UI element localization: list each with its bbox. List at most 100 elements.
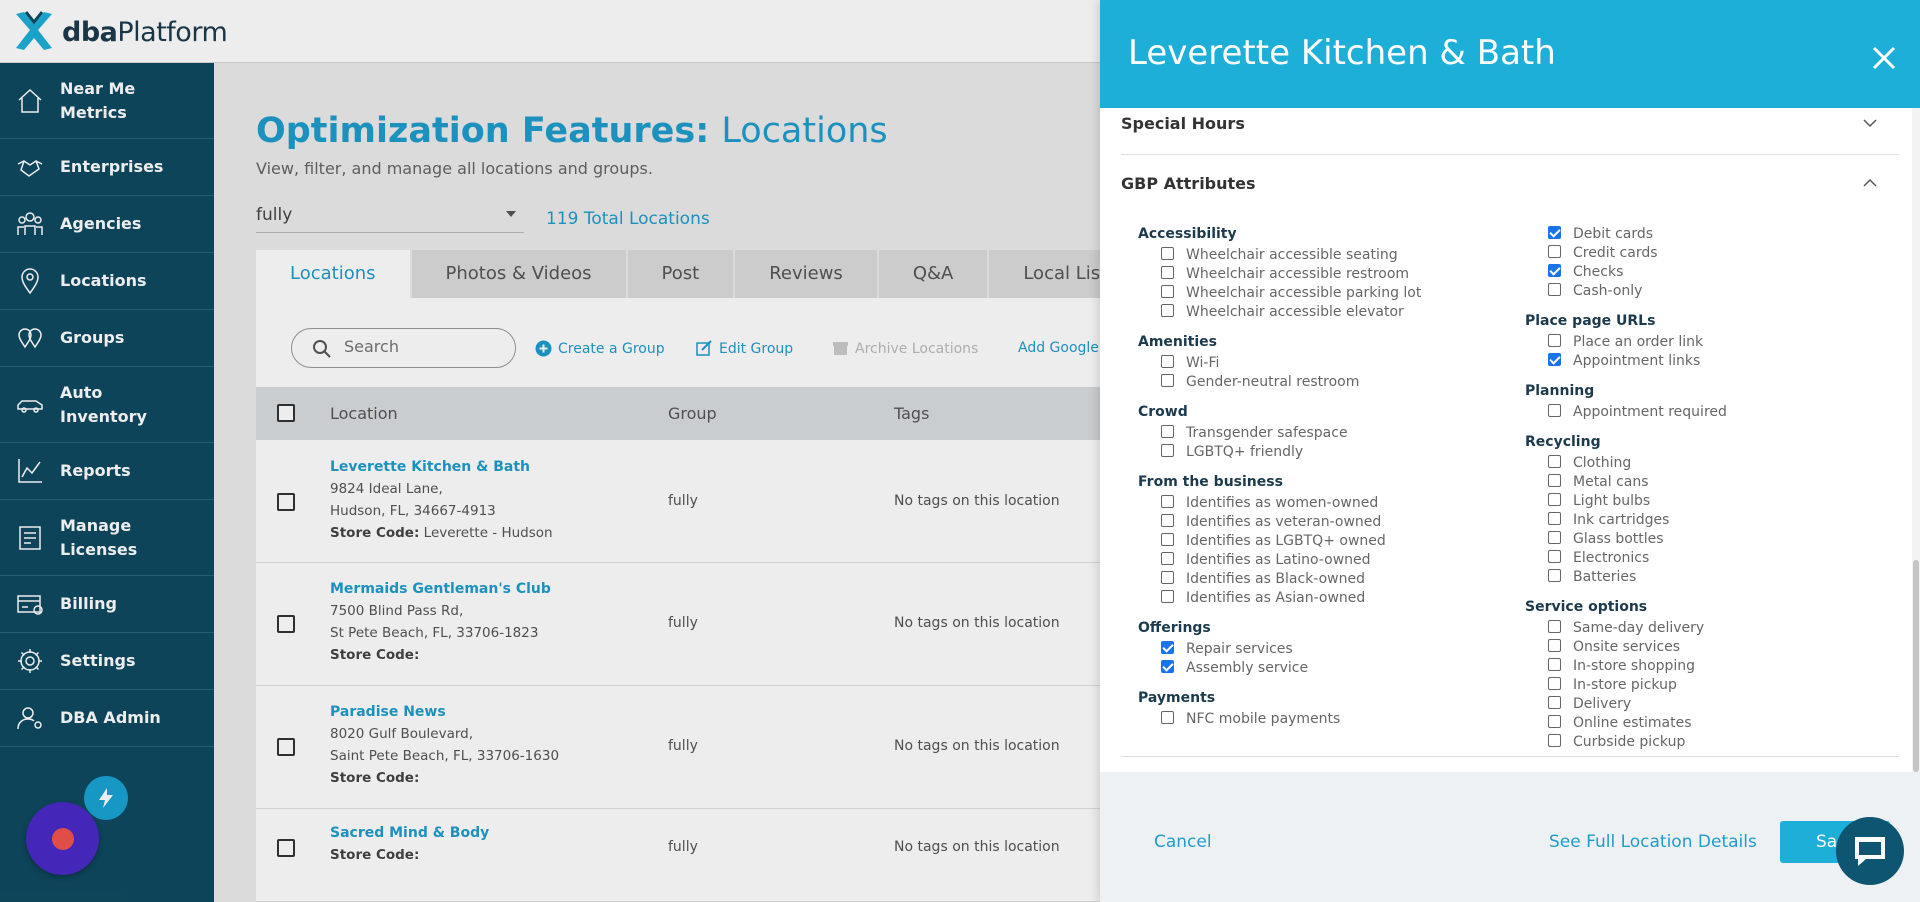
close-icon[interactable] <box>1870 44 1898 72</box>
attribute-checkbox[interactable] <box>1548 493 1561 506</box>
attribute-checkbox[interactable] <box>1548 734 1561 747</box>
attribute-category-accessibility: Accessibility <box>1138 226 1237 242</box>
attribute-label: Cash-only <box>1573 283 1643 299</box>
attribute-checkbox[interactable] <box>1161 641 1174 654</box>
attribute-label: Electronics <box>1573 550 1650 566</box>
attribute-label: Batteries <box>1573 569 1637 585</box>
attribute-label: Clothing <box>1573 455 1632 471</box>
attribute-checkbox[interactable] <box>1548 658 1561 671</box>
drawer-title: Leverette Kitchen & Bath <box>1128 33 1556 73</box>
attribute-label: In-store pickup <box>1573 677 1677 693</box>
attribute-category-offerings: Offerings <box>1138 620 1211 636</box>
attribute-label: Onsite services <box>1573 639 1681 655</box>
attribute-category-payments: Payments <box>1138 690 1216 706</box>
attribute-label: Identifies as LGBTQ+ owned <box>1186 533 1386 549</box>
attribute-label: Gender-neutral restroom <box>1186 374 1360 390</box>
cancel-button[interactable]: Cancel <box>1154 832 1212 852</box>
attribute-category-from-the-business: From the business <box>1138 474 1283 490</box>
attribute-label: In-store shopping <box>1573 658 1696 674</box>
attribute-label: Wheelchair accessible elevator <box>1186 304 1404 320</box>
attribute-label: Identifies as women-owned <box>1186 495 1379 511</box>
attribute-checkbox[interactable] <box>1161 355 1174 368</box>
chevron-down-icon <box>1863 119 1877 128</box>
attribute-category-service-options: Service options <box>1525 599 1648 615</box>
attribute-checkbox[interactable] <box>1548 455 1561 468</box>
attribute-checkbox[interactable] <box>1548 474 1561 487</box>
attribute-label: Online estimates <box>1573 715 1692 731</box>
attribute-checkbox[interactable] <box>1161 590 1174 603</box>
attribute-label: Light bulbs <box>1573 493 1651 509</box>
chevron-up-icon <box>1863 178 1877 187</box>
attribute-checkbox[interactable] <box>1548 512 1561 525</box>
drawer-body: Special Hours GBP Attributes Accessibili… <box>1100 108 1920 772</box>
attribute-label: Glass bottles <box>1573 531 1664 547</box>
attribute-checkbox[interactable] <box>1548 620 1561 633</box>
attribute-checkbox[interactable] <box>1161 711 1174 724</box>
attribute-label: Same-day delivery <box>1573 620 1705 636</box>
attribute-label: Repair services <box>1186 641 1293 657</box>
attribute-checkbox[interactable] <box>1161 514 1174 527</box>
attribute-label: Credit cards <box>1573 245 1658 261</box>
attribute-checkbox[interactable] <box>1161 247 1174 260</box>
attribute-label: Transgender safespace <box>1186 425 1348 441</box>
drawer-scrollbar-thumb[interactable] <box>1913 560 1919 772</box>
attribute-label: NFC mobile payments <box>1186 711 1341 727</box>
attribute-category-crowd: Crowd <box>1138 404 1188 420</box>
attribute-checkbox[interactable] <box>1161 304 1174 317</box>
drawer-footer: Cancel See Full Location Details Sa <box>1100 772 1920 902</box>
attribute-checkbox[interactable] <box>1548 569 1561 582</box>
attribute-checkbox[interactable] <box>1548 404 1561 417</box>
attribute-label: Debit cards <box>1573 226 1654 242</box>
attribute-category-place-page-urls: Place page URLs <box>1525 313 1656 329</box>
attribute-label: LGBTQ+ friendly <box>1186 444 1304 460</box>
attribute-checkbox[interactable] <box>1548 715 1561 728</box>
attribute-checkbox[interactable] <box>1548 334 1561 347</box>
see-full-details-link[interactable]: See Full Location Details <box>1549 832 1757 852</box>
location-drawer: Leverette Kitchen & Bath Special Hours G… <box>1100 0 1920 902</box>
attribute-checkbox[interactable] <box>1548 639 1561 652</box>
attribute-checkbox[interactable] <box>1161 660 1174 673</box>
attribute-category-recycling: Recycling <box>1525 434 1601 450</box>
overlay-backdrop[interactable] <box>0 0 1100 902</box>
attribute-checkbox[interactable] <box>1161 495 1174 508</box>
attribute-checkbox[interactable] <box>1161 444 1174 457</box>
attribute-label: Identifies as Black-owned <box>1186 571 1365 587</box>
attribute-label: Wi-Fi <box>1186 355 1220 371</box>
attribute-label: Metal cans <box>1573 474 1649 490</box>
attribute-checkbox[interactable] <box>1161 374 1174 387</box>
attribute-label: Identifies as Latino-owned <box>1186 552 1371 568</box>
attribute-checkbox[interactable] <box>1161 266 1174 279</box>
chat-bubble-icon <box>1855 837 1885 866</box>
attribute-checkbox[interactable] <box>1548 226 1561 239</box>
section-divider <box>1121 756 1899 757</box>
attribute-label: Place an order link <box>1573 334 1704 350</box>
attribute-checkbox[interactable] <box>1548 677 1561 690</box>
attribute-label: Delivery <box>1573 696 1632 712</box>
attribute-label: Wheelchair accessible seating <box>1186 247 1398 263</box>
special-hours-section[interactable]: Special Hours <box>1121 114 1899 133</box>
attribute-checkbox[interactable] <box>1548 696 1561 709</box>
attribute-label: Ink cartridges <box>1573 512 1670 528</box>
chat-button[interactable] <box>1836 817 1904 885</box>
attribute-label: Identifies as Asian-owned <box>1186 590 1366 606</box>
attribute-label: Appointment required <box>1573 404 1727 420</box>
attribute-checkbox[interactable] <box>1548 353 1561 366</box>
attribute-checkbox[interactable] <box>1161 285 1174 298</box>
attribute-category-amenities: Amenities <box>1138 334 1218 350</box>
attribute-checkbox[interactable] <box>1548 264 1561 277</box>
attribute-label: Wheelchair accessible restroom <box>1186 266 1410 282</box>
attribute-checkbox[interactable] <box>1161 533 1174 546</box>
attribute-label: Identifies as veteran-owned <box>1186 514 1382 530</box>
attribute-checkbox[interactable] <box>1161 552 1174 565</box>
attribute-label: Curbside pickup <box>1573 734 1686 750</box>
attribute-checkbox[interactable] <box>1161 571 1174 584</box>
attribute-checkbox[interactable] <box>1548 245 1561 258</box>
attribute-label: Checks <box>1573 264 1624 280</box>
attribute-label: Wheelchair accessible parking lot <box>1186 285 1422 301</box>
attribute-category-planning: Planning <box>1525 383 1595 399</box>
attribute-checkbox[interactable] <box>1548 550 1561 563</box>
attribute-checkbox[interactable] <box>1548 283 1561 296</box>
attribute-checkbox[interactable] <box>1548 531 1561 544</box>
attribute-checkbox[interactable] <box>1161 425 1174 438</box>
gbp-attributes-section[interactable]: GBP Attributes <box>1121 174 1899 193</box>
